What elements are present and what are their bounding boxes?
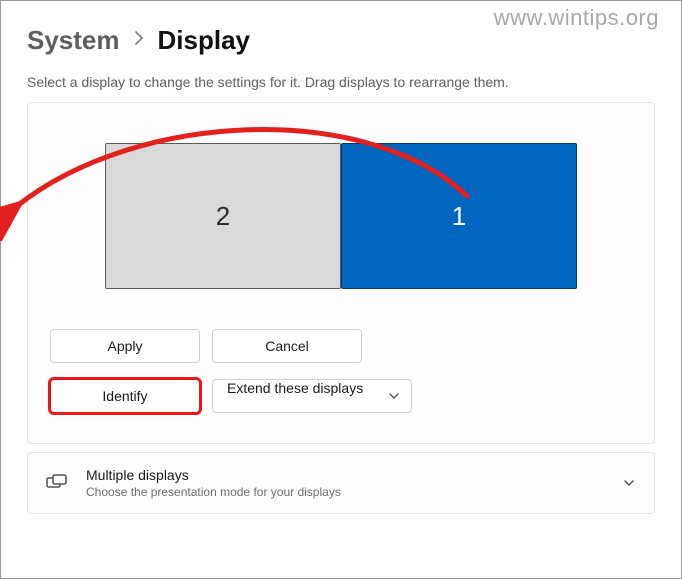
identify-projection-row: Identify Extend these displays: [50, 379, 632, 413]
monitor-2[interactable]: 2: [105, 143, 341, 289]
projection-mode-select[interactable]: Extend these displays: [212, 379, 412, 413]
breadcrumb: System Display: [27, 25, 655, 56]
apply-cancel-row: Apply Cancel: [50, 329, 632, 363]
page-title: Display: [158, 25, 251, 56]
multiple-displays-icon: [46, 472, 68, 494]
cancel-button[interactable]: Cancel: [212, 329, 362, 363]
chevron-down-icon: [622, 475, 636, 491]
display-arrangement-card: 2 1 Apply Cancel Identify Extend these d…: [27, 102, 655, 444]
multiple-displays-expander[interactable]: Multiple displays Choose the presentatio…: [27, 452, 655, 514]
identify-button[interactable]: Identify: [50, 379, 200, 413]
expander-subtitle: Choose the presentation mode for your di…: [86, 485, 604, 499]
monitor-arrangement-area[interactable]: 2 1: [50, 131, 632, 301]
instruction-text: Select a display to change the settings …: [27, 74, 655, 90]
expander-title: Multiple displays: [86, 467, 604, 483]
monitor-1[interactable]: 1: [341, 143, 577, 289]
projection-mode-value[interactable]: Extend these displays: [212, 379, 412, 413]
expander-text: Multiple displays Choose the presentatio…: [86, 467, 604, 499]
breadcrumb-parent[interactable]: System: [27, 25, 120, 56]
chevron-right-icon: [134, 30, 144, 51]
apply-button[interactable]: Apply: [50, 329, 200, 363]
